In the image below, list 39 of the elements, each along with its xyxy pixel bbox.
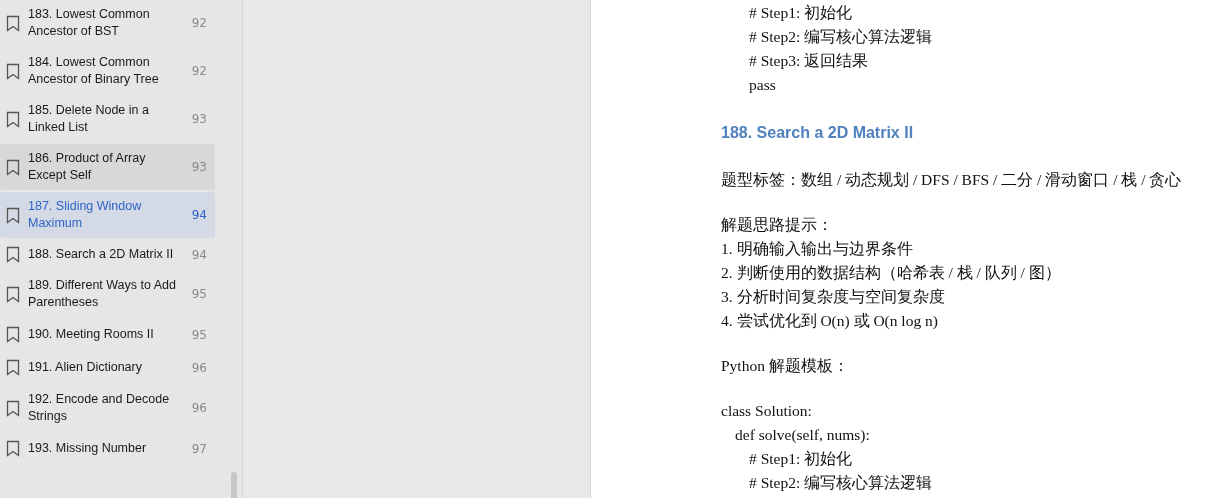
section-heading: 188. Search a 2D Matrix II — [721, 123, 915, 143]
code-line: # Step2: 编写核心算法逻辑 — [749, 474, 933, 491]
outline-item[interactable]: 185. Delete Node in a Linked List 93 — [0, 96, 215, 142]
outline-item[interactable]: 193. Missing Number 97 — [0, 433, 215, 464]
text-line: Python 解题模板： — [721, 357, 849, 374]
bookmark-icon — [6, 285, 20, 303]
bookmark-icon — [6, 326, 20, 343]
bookmark-icon — [6, 206, 20, 224]
code-line: # Step1: 初始化 — [749, 4, 853, 21]
code-line: # Step1: 初始化 — [749, 450, 853, 467]
outline-item[interactable]: 191. Alien Dictionary 96 — [0, 352, 215, 383]
outline-item[interactable]: 189. Different Ways to Add Parentheses 95 — [0, 271, 215, 317]
outline-item[interactable]: 186. Product of Array Except Self 93 — [0, 144, 215, 190]
outline-item[interactable]: 183. Lowest Common Ancestor of BST 92 — [0, 0, 215, 46]
code-line: # Step3: 返回结果 — [749, 52, 869, 69]
bookmark-icon — [6, 110, 20, 128]
outline-item[interactable]: 187. Sliding Window Maximum 94 — [0, 192, 215, 238]
outline-item[interactable]: 184. Lowest Common Ancestor of Binary Tree 92 — [0, 48, 215, 94]
bookmark-icon — [6, 62, 20, 80]
bookmark-icon — [6, 359, 20, 376]
text-line: 4. 尝试优化到 O(n) 或 O(n log n) — [721, 312, 938, 329]
text-line: 1. 明确输入输出与边界条件 — [721, 240, 913, 257]
outline-item[interactable]: 188. Search a 2D Matrix II 94 — [0, 240, 215, 269]
text-line: 解题思路提示： — [721, 216, 833, 233]
scrollbar-thumb[interactable] — [231, 472, 237, 498]
outline-item[interactable]: 190. Meeting Rooms II 95 — [0, 319, 215, 350]
code-line: class Solution: — [721, 402, 812, 419]
code-line: # Step2: 编写核心算法逻辑 — [749, 28, 933, 45]
code-line: def solve(self, nums): — [735, 426, 870, 443]
bookmark-icon — [6, 246, 20, 263]
bookmark-icon — [6, 158, 20, 176]
bookmark-icon — [6, 399, 20, 417]
outline-item[interactable]: 192. Encode and Decode Strings 96 — [0, 385, 215, 431]
text-line: 题型标签：数组 / 动态规划 / DFS / BFS / 二分 / 滑动窗口 / 栈 / 贪心 — [721, 171, 1182, 188]
text-line: 3. 分析时间复杂度与空间复杂度 — [721, 288, 945, 305]
bookmark-icon — [6, 14, 20, 32]
text-line: 2. 判断使用的数据结构（哈希表 / 栈 / 队列 / 图） — [721, 264, 1061, 281]
code-line: pass — [749, 76, 776, 93]
bookmark-icon — [6, 440, 20, 457]
